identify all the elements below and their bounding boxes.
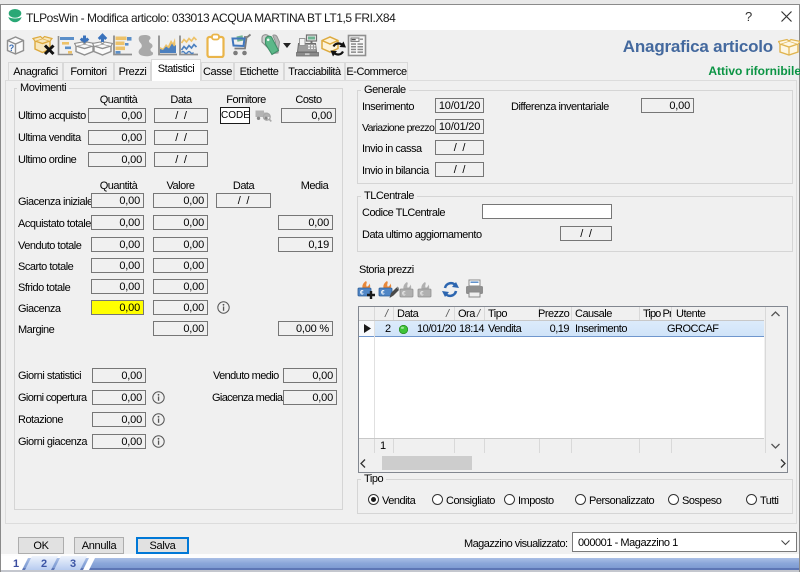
svg-text:€: € — [360, 290, 364, 297]
svg-text:3: 3 — [70, 558, 76, 570]
svg-text:1: 1 — [13, 558, 19, 570]
svg-text:?: ? — [9, 43, 15, 53]
svg-text:€: € — [420, 291, 424, 298]
svg-text:€: € — [402, 291, 406, 298]
svg-text:2: 2 — [41, 558, 47, 570]
svg-text:€: € — [381, 290, 385, 297]
